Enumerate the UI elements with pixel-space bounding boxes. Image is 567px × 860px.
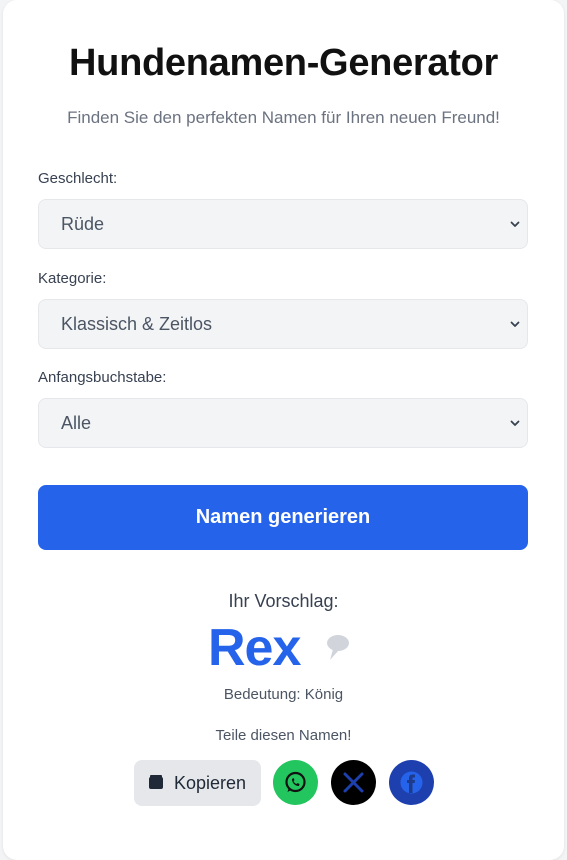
- letter-label: Anfangsbuchstabe:: [38, 369, 167, 386]
- speech-bubble-icon[interactable]: [325, 633, 351, 663]
- category-select-value: Klassisch & Zeitlos: [61, 314, 213, 334]
- copy-button-label: Kopieren: [174, 773, 247, 793]
- facebook-share-button[interactable]: [389, 760, 434, 805]
- gender-select-value: Rüde: [61, 214, 105, 234]
- gender-select[interactable]: Rüde: [38, 199, 528, 249]
- generate-button[interactable]: Namen generieren: [38, 485, 528, 550]
- copy-button[interactable]: Kopieren: [134, 760, 261, 806]
- share-label: Teile diesen Namen!: [215, 727, 352, 744]
- page-title: Hundenamen-Generator: [69, 42, 498, 84]
- letter-select[interactable]: Alle: [38, 398, 528, 448]
- page-subtitle: Finden Sie den perfekten Namen für Ihren…: [67, 108, 500, 127]
- generator-card: Hundenamen-Generator Finden Sie den perf…: [3, 0, 564, 860]
- suggestion-label: Ihr Vorschlag:: [228, 591, 339, 611]
- category-select[interactable]: Klassisch & Zeitlos: [38, 299, 528, 349]
- category-label: Kategorie:: [38, 270, 107, 287]
- gender-label: Geschlecht:: [38, 170, 118, 187]
- facebook-icon: [400, 771, 423, 794]
- chevron-down-icon: [510, 321, 520, 327]
- clipboard-icon: [149, 775, 163, 789]
- suggested-name: Rex: [208, 619, 301, 677]
- chevron-down-icon: [510, 221, 520, 227]
- chevron-down-icon: [510, 420, 520, 426]
- letter-select-value: Alle: [61, 413, 92, 433]
- x-share-button[interactable]: [331, 760, 376, 805]
- whatsapp-icon: [285, 771, 306, 793]
- name-meaning: Bedeutung: König: [223, 686, 344, 703]
- x-icon: [343, 772, 364, 793]
- suggestion-row: Rex: [3, 618, 564, 684]
- whatsapp-share-button[interactable]: [273, 760, 318, 805]
